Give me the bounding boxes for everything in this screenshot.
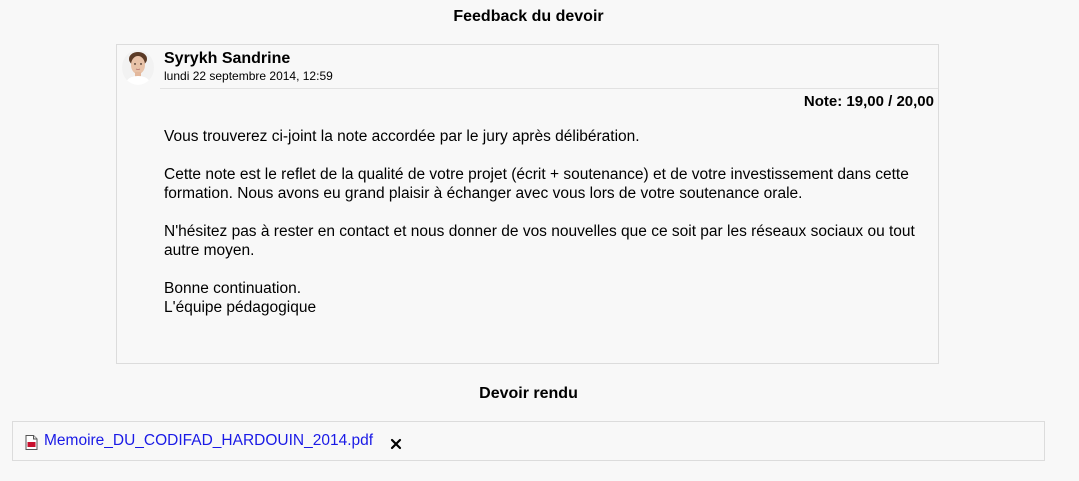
- feedback-comments: Vous trouverez ci-joint la note accordée…: [164, 127, 939, 317]
- grade-date: lundi 22 septembre 2014, 12:59: [164, 69, 333, 83]
- grader-avatar[interactable]: [122, 50, 154, 85]
- submitted-files-panel: Memoire_DU_CODIFAD_HARDOUIN_2014.pdf: [12, 421, 1045, 461]
- grader-name: Syrykh Sandrine: [164, 50, 291, 67]
- comment-paragraph: N'hésitez pas à rester en contact et nou…: [164, 223, 915, 259]
- close-icon[interactable]: [390, 437, 402, 450]
- pdf-icon: [24, 435, 39, 450]
- feedback-header: Syrykh Sandrine lundi 22 septembre 2014,…: [160, 45, 938, 89]
- comment-line: L'équipe pédagogique: [164, 299, 317, 316]
- comment-line: Bonne continuation.: [164, 280, 302, 297]
- comment-paragraph: Vous trouverez ci-joint la note accordée…: [164, 128, 640, 145]
- comment-paragraph: Cette note est le reflet de la qualité d…: [164, 166, 909, 202]
- feedback-heading: Feedback du devoir: [453, 8, 604, 25]
- feedback-panel: Syrykh Sandrine lundi 22 septembre 2014,…: [116, 44, 939, 364]
- avatar-picture: [122, 50, 154, 85]
- grade-value: Note: 19,00 / 20,00: [803, 93, 934, 110]
- submission-heading: Devoir rendu: [479, 385, 578, 402]
- submitted-file-link[interactable]: Memoire_DU_CODIFAD_HARDOUIN_2014.pdf: [44, 432, 373, 450]
